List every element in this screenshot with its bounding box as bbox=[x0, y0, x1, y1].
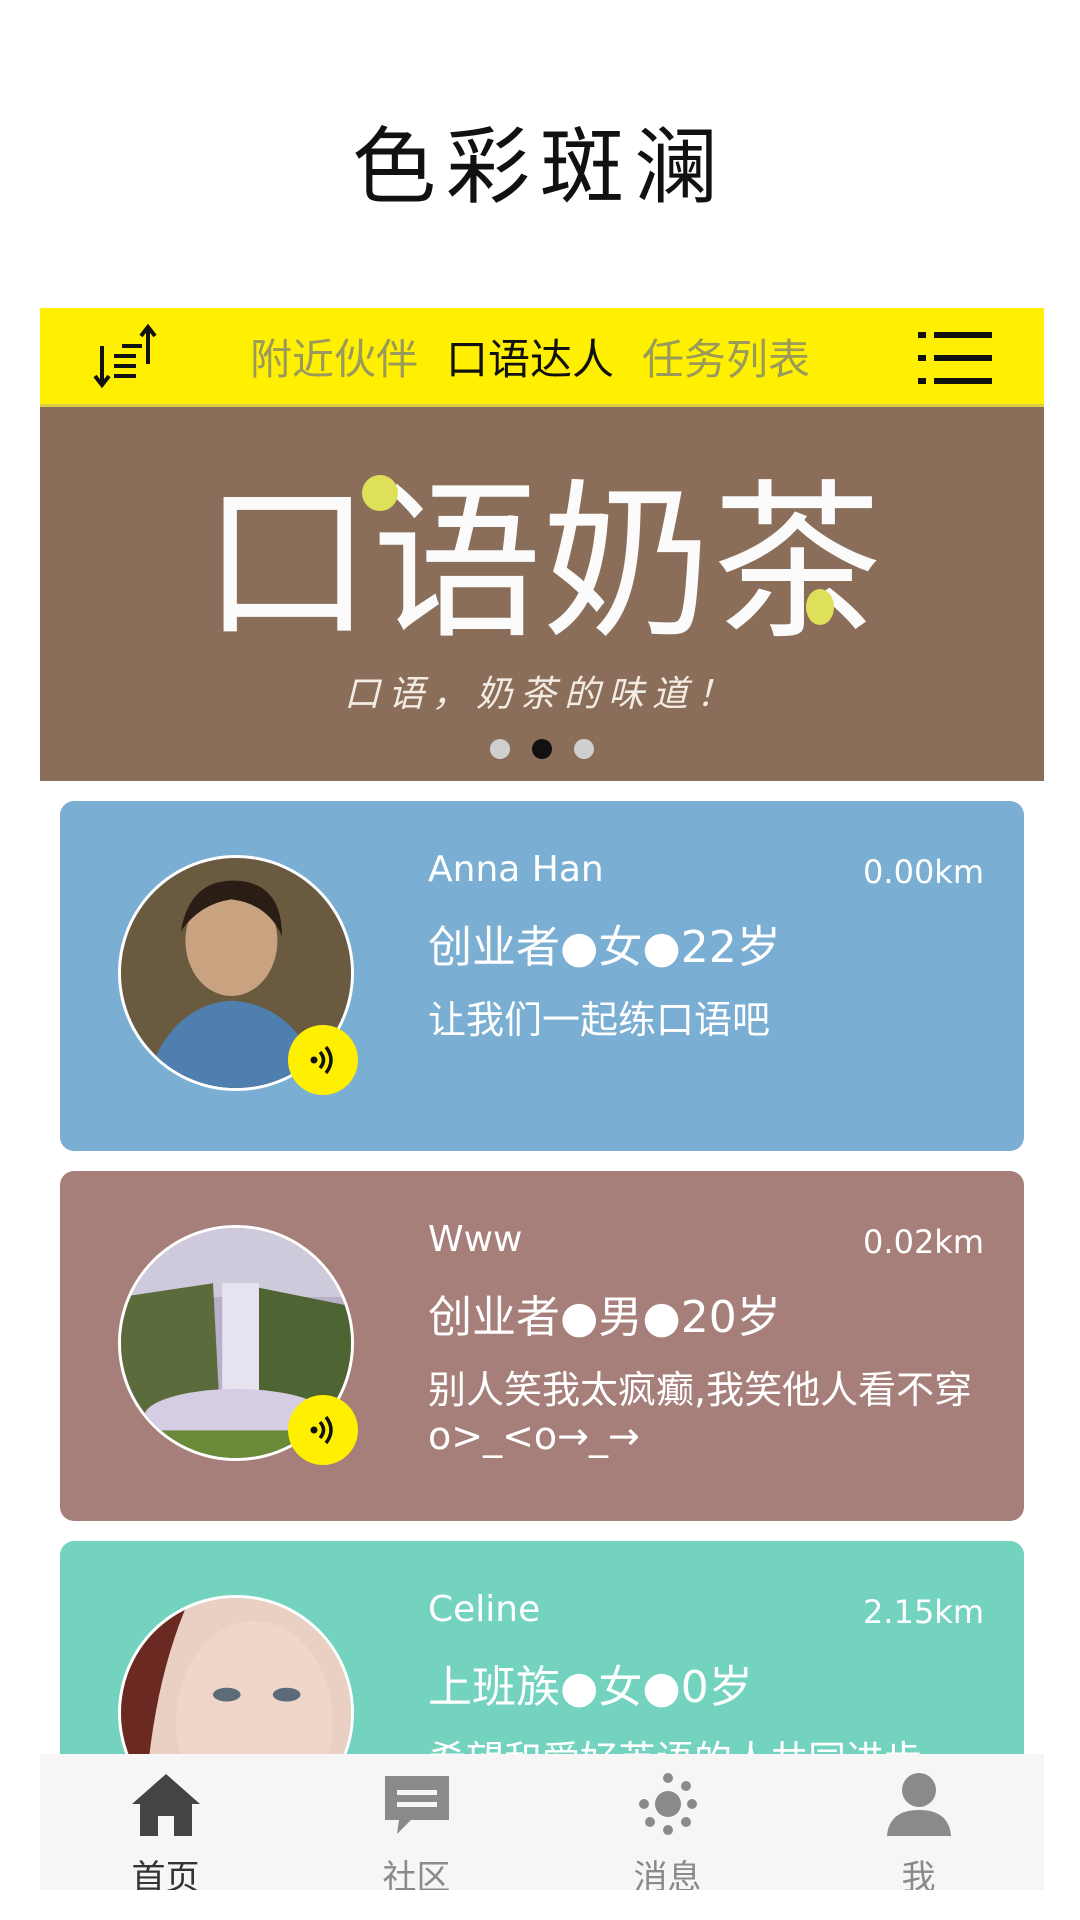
carousel-dot-active[interactable] bbox=[532, 739, 552, 759]
banner-logo-text: 口语奶茶 bbox=[202, 465, 882, 663]
menu-icon[interactable] bbox=[918, 328, 992, 388]
user-card[interactable]: Anna Han 0.00km 创业者●女●22岁 让我们一起练口语吧 bbox=[60, 801, 1024, 1151]
sort-icon[interactable] bbox=[92, 322, 164, 392]
page-title: 色彩斑澜 bbox=[351, 118, 728, 216]
nav-home[interactable]: 首页 bbox=[40, 1754, 291, 1890]
user-name: Anna Han bbox=[428, 849, 604, 890]
banner-logo: 口语奶茶 bbox=[202, 465, 882, 663]
nav-home-label: 首页 bbox=[131, 1858, 200, 1890]
voice-play-button[interactable] bbox=[288, 1395, 358, 1465]
message-dots-icon bbox=[638, 1773, 697, 1835]
user-icon bbox=[886, 1773, 951, 1836]
user-info: 上班族●女●0岁 bbox=[428, 1662, 753, 1713]
nav-messages[interactable]: 消息 bbox=[542, 1754, 793, 1890]
top-bar: 附近伙伴 口语达人 任务列表 bbox=[40, 308, 1044, 407]
carousel-dot[interactable] bbox=[574, 739, 594, 759]
sound-wave-icon bbox=[310, 1045, 333, 1075]
user-card[interactable]: Www 0.02km 创业者●男●20岁 别人笑我太疯癫,我笑他人看不穿o>_<… bbox=[60, 1171, 1024, 1521]
user-info: 创业者●女●22岁 bbox=[428, 922, 781, 973]
user-info: 创业者●男●20岁 bbox=[428, 1292, 781, 1343]
nav-community[interactable]: 社区 bbox=[291, 1754, 542, 1890]
user-distance: 0.00km bbox=[863, 853, 984, 891]
app-screen: 附近伙伴 口语达人 任务列表 口语奶茶 口语，奶茶的味道！ Anna Han 0… bbox=[40, 308, 1044, 1890]
nav-me[interactable]: 我 bbox=[793, 1754, 1044, 1890]
carousel-dot[interactable] bbox=[490, 739, 510, 759]
user-motto: 别人笑我太疯癫,我笑他人看不穿o>_<o→_→ bbox=[428, 1368, 973, 1458]
banner-slogan: 口语，奶茶的味道！ bbox=[343, 674, 740, 715]
nav-me-label: 我 bbox=[901, 1858, 936, 1890]
user-name: Celine bbox=[428, 1589, 541, 1630]
bottom-navigation: 首页 社区 消息 我 bbox=[40, 1754, 1044, 1890]
sound-wave-icon bbox=[310, 1415, 333, 1445]
user-name: Www bbox=[428, 1219, 523, 1260]
nav-community-label: 社区 bbox=[382, 1858, 451, 1890]
voice-play-button[interactable] bbox=[288, 1025, 358, 1095]
chat-icon bbox=[384, 1776, 449, 1834]
tab-task-list[interactable]: 任务列表 bbox=[642, 326, 810, 387]
tab-nearby-partners[interactable]: 附近伙伴 bbox=[250, 326, 418, 387]
nav-messages-label: 消息 bbox=[633, 1858, 702, 1890]
promo-banner[interactable]: 口语奶茶 口语，奶茶的味道！ bbox=[40, 407, 1044, 781]
tab-bar: 附近伙伴 口语达人 任务列表 bbox=[250, 308, 810, 404]
tab-oral-experts[interactable]: 口语达人 bbox=[446, 326, 614, 387]
user-motto: 让我们一起练口语吧 bbox=[428, 998, 771, 1042]
user-distance: 2.15km bbox=[863, 1593, 984, 1631]
user-distance: 0.02km bbox=[863, 1223, 984, 1261]
home-icon bbox=[131, 1774, 200, 1836]
carousel-indicator bbox=[40, 739, 1044, 759]
